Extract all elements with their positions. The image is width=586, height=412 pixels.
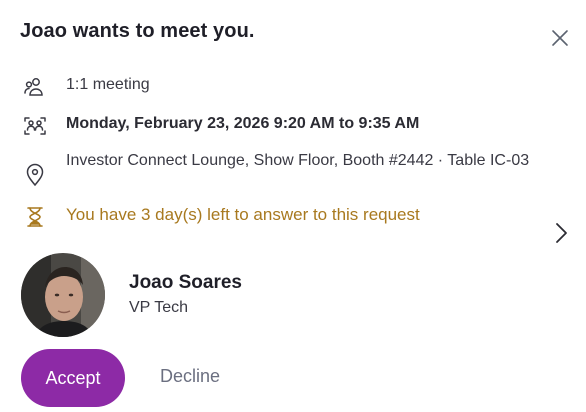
people-icon bbox=[22, 74, 48, 100]
calendar-people-icon bbox=[22, 113, 48, 139]
hourglass-icon bbox=[22, 204, 48, 230]
close-icon[interactable] bbox=[548, 26, 572, 50]
person-name: Joao Soares bbox=[129, 272, 242, 293]
meeting-time: Monday, February 23, 2026 9:20 AM to 9:3… bbox=[66, 115, 420, 132]
decline-button[interactable]: Decline bbox=[160, 366, 220, 387]
avatar bbox=[21, 253, 105, 337]
deadline-text: You have 3 day(s) left to answer to this… bbox=[66, 205, 420, 224]
dialog-title: Joao wants to meet you. bbox=[20, 20, 255, 42]
person-role: VP Tech bbox=[129, 299, 189, 316]
meeting-location: Investor Connect Lounge, Show Floor, Boo… bbox=[66, 152, 530, 169]
meeting-type-row: 1:1 meeting bbox=[22, 74, 150, 100]
deadline-row: You have 3 day(s) left to answer to this… bbox=[22, 204, 420, 230]
meeting-time-row: Monday, February 23, 2026 9:20 AM to 9:3… bbox=[22, 113, 419, 139]
accept-button[interactable]: Accept bbox=[21, 349, 125, 407]
location-pin-icon bbox=[22, 162, 48, 188]
chevron-right-icon[interactable] bbox=[550, 220, 572, 246]
meeting-type: 1:1 meeting bbox=[66, 76, 150, 93]
meeting-location-row: Investor Connect Lounge, Show Floor, Boo… bbox=[22, 150, 536, 188]
